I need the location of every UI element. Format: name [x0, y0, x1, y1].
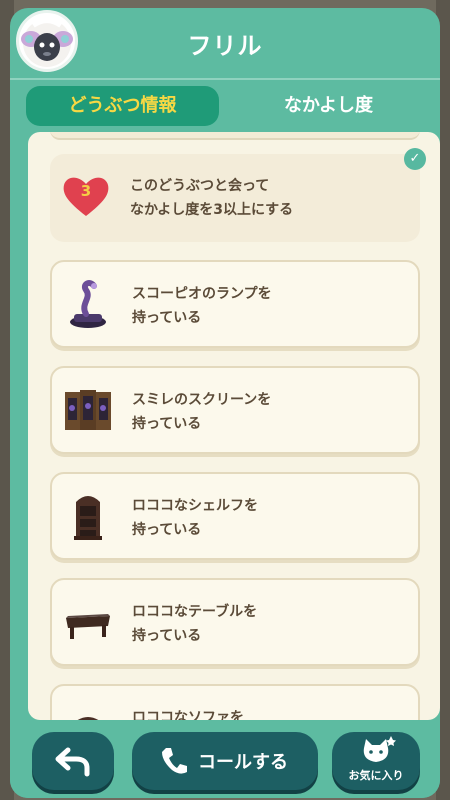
requirement-line-1: ロココなテーブルを	[132, 604, 258, 620]
tab-animal-info[interactable]: どうぶつ情報	[26, 86, 219, 126]
requirement-line-1: このどうぶつと会って	[130, 178, 270, 194]
requirement-text: ロココなシェルフを 持っている	[132, 494, 402, 542]
requirement-card-rococo-shelf[interactable]: ロココなシェルフを 持っている	[50, 472, 420, 560]
rococo-sofa-icon	[62, 702, 114, 720]
heart-number: 3	[80, 182, 92, 200]
requirement-card-friendship[interactable]: 3 このどうぶつと会って なかよし度を3以上にする ✓	[50, 148, 426, 242]
checkmark-icon: ✓	[404, 148, 426, 170]
requirement-line-2: 持っている	[132, 416, 202, 432]
favorite-button-label: お気に入り	[348, 769, 404, 782]
requirement-line-2: なかよし度を3以上にする	[130, 202, 294, 218]
scorpio-lamp-icon	[62, 278, 114, 330]
requirements-list: 3 このどうぶつと会って なかよし度を3以上にする ✓ スコーピオのランプを 持…	[28, 132, 440, 720]
requirement-card-rococo-table[interactable]: ロココなテーブルを 持っている	[50, 578, 420, 666]
bottom-action-bar: コールする お気に入り	[10, 720, 440, 798]
tab-bar: どうぶつ情報 なかよし度	[10, 80, 440, 132]
back-arrow-icon	[54, 744, 92, 782]
violet-screen-icon	[62, 384, 114, 436]
requirement-card-violet-screen[interactable]: スミレのスクリーンを 持っている	[50, 366, 420, 454]
requirement-line-2: 持っている	[132, 628, 202, 644]
requirement-card-scorpio-lamp[interactable]: スコーピオのランプを 持っている	[50, 260, 420, 348]
requirement-line-1: スコーピオのランプを	[132, 286, 272, 302]
heart-icon: 3	[60, 172, 112, 220]
requirement-line-1: スミレのスクリーンを	[132, 392, 272, 408]
requirement-line-2: 持っている	[132, 310, 202, 326]
requirement-text: スミレのスクリーンを 持っている	[132, 388, 402, 436]
requirement-text: ロココなテーブルを 持っている	[132, 600, 402, 648]
requirement-text: ロココなソファを	[132, 706, 402, 720]
tab-friendship[interactable]: なかよし度	[232, 86, 425, 126]
rococo-shelf-icon	[62, 490, 114, 542]
phone-icon	[160, 746, 188, 780]
back-button[interactable]	[32, 732, 114, 790]
header: フリル	[10, 8, 440, 78]
requirement-line-1: ロココなシェルフを	[132, 498, 258, 514]
call-button[interactable]: コールする	[132, 732, 318, 790]
favorite-button[interactable]: お気に入り	[332, 732, 420, 790]
requirement-text: スコーピオのランプを 持っている	[132, 282, 402, 330]
requirement-card-rococo-sofa[interactable]: ロココなソファを	[50, 684, 420, 720]
rococo-table-icon	[62, 596, 114, 648]
villager-info-panel: フリル どうぶつ情報 なかよし度 3 このどうぶつと会って なかよし度を3以上に…	[10, 8, 440, 798]
requirement-line-2: 持っている	[132, 522, 202, 538]
requirement-text: このどうぶつと会って なかよし度を3以上にする	[130, 174, 404, 222]
requirement-line-1: ロココなソファを	[132, 710, 244, 720]
call-button-label: コールする	[198, 752, 288, 773]
villager-name-title: フリル	[187, 32, 263, 60]
list-item-partial-top	[50, 132, 420, 140]
